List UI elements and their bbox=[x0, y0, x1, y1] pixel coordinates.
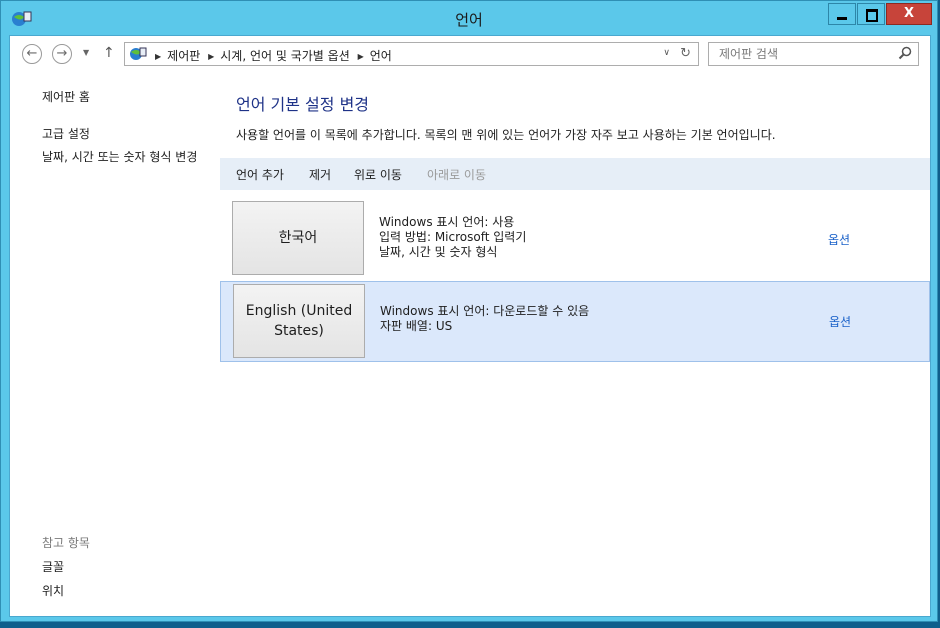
options-link[interactable]: 옵션 bbox=[828, 231, 850, 248]
search-box[interactable] bbox=[708, 42, 919, 66]
fonts-link[interactable]: 글꼴 bbox=[42, 558, 64, 575]
language-row-selected[interactable]: English (United States) Windows 표시 언어: 다… bbox=[220, 281, 930, 362]
navigation-bar: ← → ▼ ↑ ▶ 제어판 ▶ 시계, 언어 및 국가별 옵션 ▶ 언어 ∨ ↻ bbox=[10, 36, 930, 74]
breadcrumb-item[interactable]: 언어 bbox=[370, 49, 392, 63]
breadcrumb-item[interactable]: 제어판 bbox=[167, 49, 200, 63]
language-window: 언어 X ← → ▼ ↑ ▶ 제어판 ▶ 시계, 언어 및 국가별 옵션 ▶ 언어 bbox=[0, 0, 938, 622]
breadcrumb-item[interactable]: 시계, 언어 및 국가별 옵션 bbox=[220, 49, 349, 63]
language-button[interactable]: English (United States) bbox=[233, 284, 365, 358]
search-input[interactable] bbox=[709, 43, 899, 65]
language-detail: 자판 배열: US bbox=[380, 319, 453, 333]
remove-button[interactable]: 제거 bbox=[309, 166, 331, 183]
language-detail: Windows 표시 언어: 다운로드할 수 있음 bbox=[380, 304, 590, 318]
control-panel-home-link[interactable]: 제어판 홈 bbox=[42, 88, 90, 105]
up-arrow-icon[interactable]: ↑ bbox=[103, 45, 115, 61]
advanced-settings-link[interactable]: 고급 설정 bbox=[42, 125, 90, 142]
page-title: 언어 기본 설정 변경 bbox=[236, 95, 370, 114]
window-client: ← → ▼ ↑ ▶ 제어판 ▶ 시계, 언어 및 국가별 옵션 ▶ 언어 ∨ ↻ bbox=[9, 35, 931, 617]
page-description: 사용할 언어를 이 목록에 추가합니다. 목록의 맨 위에 있는 언어가 가장 … bbox=[236, 128, 776, 142]
window-title: 언어 bbox=[455, 11, 483, 29]
move-down-button[interactable]: 아래로 이동 bbox=[427, 166, 486, 183]
breadcrumb: ▶ 제어판 ▶ 시계, 언어 및 국가별 옵션 ▶ 언어 bbox=[151, 47, 392, 64]
chevron-down-icon[interactable]: ∨ bbox=[663, 48, 670, 58]
breadcrumb-separator[interactable]: ▶ bbox=[155, 52, 161, 61]
close-button[interactable]: X bbox=[886, 3, 932, 25]
minimize-button[interactable] bbox=[828, 3, 856, 25]
location-link[interactable]: 위치 bbox=[42, 582, 64, 599]
desktop-background bbox=[0, 622, 940, 628]
control-panel-icon bbox=[130, 47, 147, 60]
language-details: Windows 표시 언어: 사용 입력 방법: Microsoft 입력기 날… bbox=[379, 215, 526, 260]
options-link[interactable]: 옵션 bbox=[829, 313, 851, 330]
add-language-button[interactable]: 언어 추가 bbox=[236, 166, 284, 183]
breadcrumb-separator[interactable]: ▶ bbox=[208, 52, 214, 61]
title-bar: 언어 X bbox=[1, 1, 937, 35]
see-also-heading: 참고 항목 bbox=[42, 536, 90, 550]
refresh-icon[interactable]: ↻ bbox=[680, 46, 691, 61]
language-detail: 입력 방법: Microsoft 입력기 bbox=[379, 230, 527, 244]
language-detail: Windows 표시 언어: 사용 bbox=[379, 215, 515, 229]
forward-arrow-icon[interactable]: → bbox=[52, 44, 72, 64]
breadcrumb-separator[interactable]: ▶ bbox=[358, 52, 364, 61]
language-button[interactable]: 한국어 bbox=[232, 201, 364, 275]
back-arrow-icon[interactable]: ← bbox=[22, 44, 42, 64]
address-bar[interactable]: ▶ 제어판 ▶ 시계, 언어 및 국가별 옵션 ▶ 언어 ∨ ↻ bbox=[124, 42, 699, 66]
recent-locations-dropdown[interactable]: ▼ bbox=[83, 48, 89, 57]
language-detail: 날짜, 시간 및 숫자 형식 bbox=[379, 245, 498, 259]
maximize-button[interactable] bbox=[857, 3, 885, 25]
move-up-button[interactable]: 위로 이동 bbox=[354, 166, 402, 183]
language-row[interactable]: 한국어 Windows 표시 언어: 사용 입력 방법: Microsoft 입… bbox=[220, 196, 930, 278]
date-time-format-link[interactable]: 날짜, 시간 또는 숫자 형식 변경 bbox=[42, 150, 212, 165]
search-icon[interactable] bbox=[898, 46, 912, 60]
language-details: Windows 표시 언어: 다운로드할 수 있음 자판 배열: US bbox=[380, 304, 589, 334]
language-toolbar: 언어 추가 제거 위로 이동 아래로 이동 bbox=[220, 158, 930, 190]
